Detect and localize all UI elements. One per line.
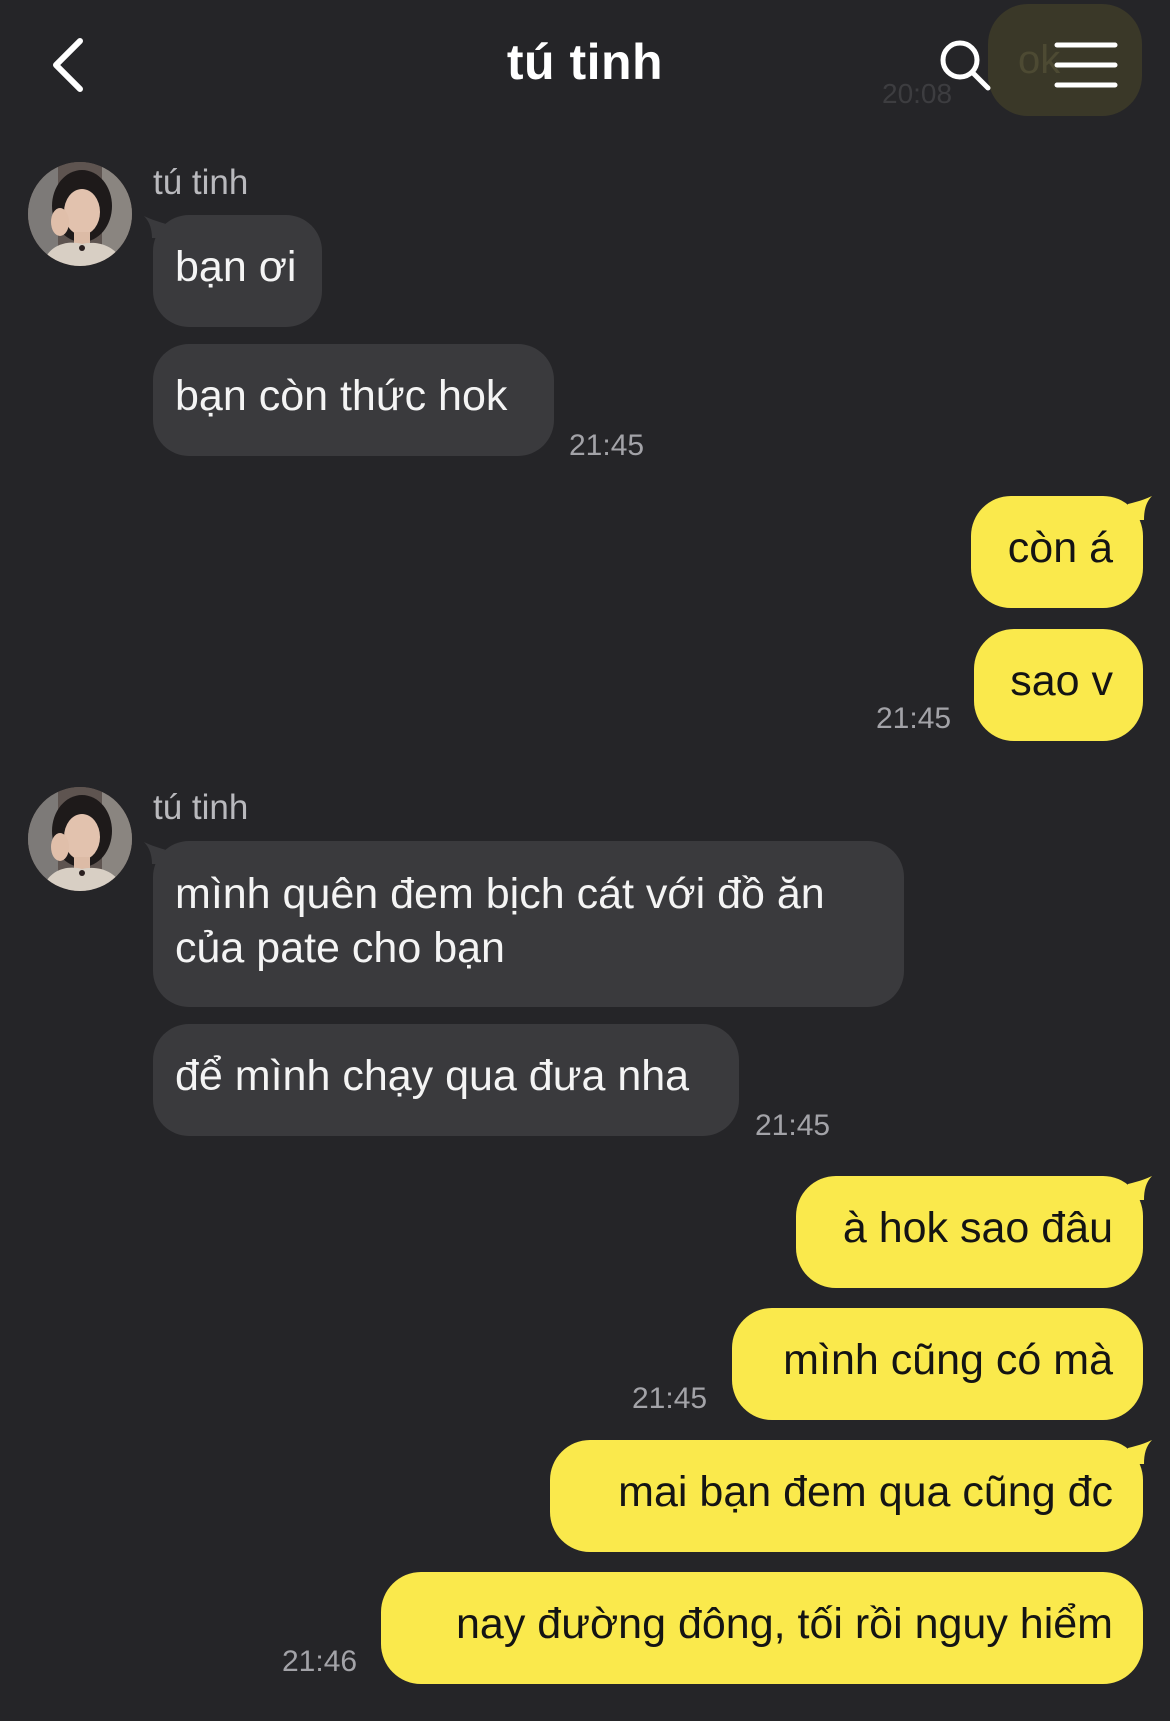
message-text: bạn còn thức hok <box>175 372 508 420</box>
message-bubble-incoming[interactable]: để mình chạy qua đưa nha <box>153 1024 739 1136</box>
message-time: 21:45 <box>755 1109 831 1142</box>
sender-name: tú tinh <box>153 788 249 827</box>
message-text: à hok sao đâu <box>842 1204 1113 1252</box>
message-bubble-incoming[interactable]: bạn ơi <box>153 215 322 327</box>
message-bubble-outgoing[interactable]: à hok sao đâu <box>796 1176 1143 1288</box>
message-text: còn á <box>1007 524 1113 572</box>
message-text: sao v <box>1010 657 1113 705</box>
message-bubble-incoming[interactable]: bạn còn thức hok <box>153 344 554 456</box>
menu-button[interactable] <box>1048 34 1124 96</box>
message-text: bạn ơi <box>175 243 297 291</box>
avatar[interactable] <box>28 787 132 891</box>
chat-header: ok 20:08 tú tinh <box>0 0 1170 135</box>
message-text: mình cũng có mà <box>783 1336 1113 1384</box>
message-time: 21:45 <box>632 1382 708 1415</box>
message-text: mai bạn đem qua cũng đc <box>618 1468 1113 1516</box>
message-text: mình quên đem bịch cát với đồ ăn của pat… <box>175 870 825 972</box>
message-bubble-outgoing[interactable]: nay đường đông, tối rồi nguy hiểm <box>381 1572 1143 1684</box>
message-text: để mình chạy qua đưa nha <box>175 1052 690 1100</box>
hamburger-menu-icon <box>1054 42 1118 88</box>
message-time: 21:46 <box>282 1645 358 1678</box>
search-button[interactable] <box>930 30 1000 100</box>
message-bubble-incoming[interactable]: mình quên đem bịch cát với đồ ăn của pat… <box>153 841 904 1007</box>
message-bubble-outgoing[interactable]: mai bạn đem qua cũng đc <box>550 1440 1143 1552</box>
message-time: 21:45 <box>876 702 952 735</box>
message-bubble-outgoing[interactable]: còn á <box>971 496 1143 608</box>
avatar-photo <box>28 162 132 266</box>
message-bubble-outgoing[interactable]: mình cũng có mà <box>732 1308 1143 1420</box>
message-time: 21:45 <box>569 429 645 462</box>
message-text: nay đường đông, tối rồi nguy hiểm <box>456 1600 1113 1648</box>
avatar-photo <box>28 787 132 891</box>
search-icon <box>940 40 991 91</box>
sender-name: tú tinh <box>153 163 249 202</box>
message-bubble-outgoing[interactable]: sao v <box>974 629 1143 741</box>
avatar[interactable] <box>28 162 132 266</box>
